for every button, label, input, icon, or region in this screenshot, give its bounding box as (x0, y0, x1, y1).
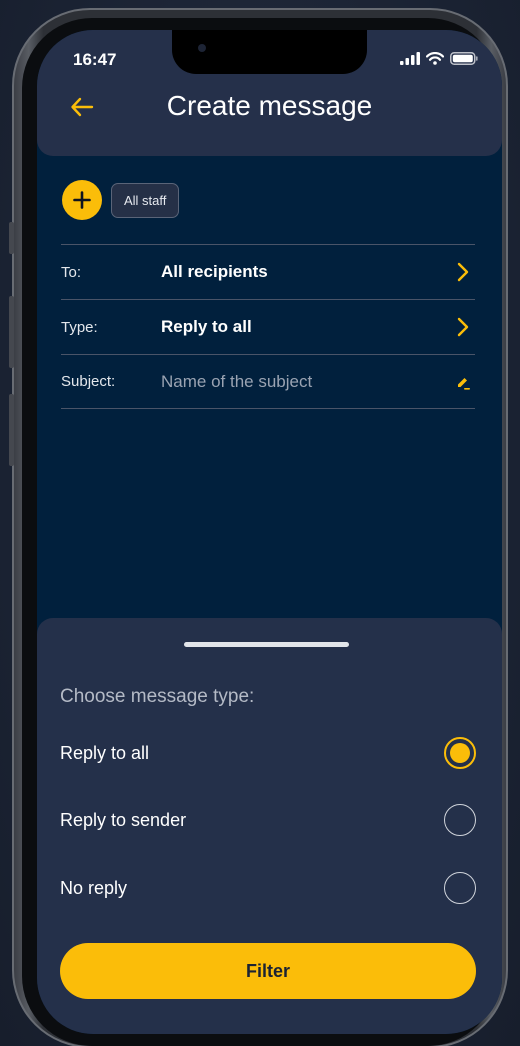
option-label: Reply to sender (60, 809, 187, 830)
type-field[interactable]: Type: Reply to all (61, 299, 475, 354)
app-screen: 16:47 Create message All staff To: All r… (37, 30, 502, 1034)
option-reply-to-all[interactable]: Reply to all (60, 736, 476, 770)
type-value: Reply to all (161, 317, 252, 336)
filter-button[interactable]: Filter (60, 943, 476, 999)
sheet-title: Choose message type: (60, 686, 255, 707)
radio-reply-to-sender[interactable] (444, 804, 476, 836)
subject-label: Subject: (61, 373, 116, 390)
volume-up-button (9, 296, 14, 368)
option-label: Reply to all (60, 742, 150, 763)
option-no-reply[interactable]: No reply (60, 871, 476, 905)
sheet-grabber[interactable] (184, 642, 349, 647)
camera-icon (198, 44, 206, 52)
pencil-icon (458, 377, 470, 390)
chevron-right-icon (457, 262, 469, 282)
radio-no-reply[interactable] (444, 872, 476, 904)
recipient-chip-all-staff[interactable]: All staff (111, 182, 180, 218)
battery-icon (450, 52, 478, 65)
add-recipient-button[interactable] (62, 180, 102, 220)
wifi-icon (426, 52, 444, 65)
chevron-right-icon (457, 317, 469, 337)
radio-reply-to-all[interactable] (444, 737, 476, 769)
page-title: Create message (166, 90, 373, 121)
to-label: To: (61, 263, 82, 281)
cellular-signal-icon (400, 52, 420, 65)
status-time: 16:47 (73, 50, 117, 69)
subject-field[interactable]: Subject: Name of the subject (61, 354, 475, 409)
to-field[interactable]: To: All recipients (61, 244, 475, 299)
message-type-sheet: Choose message type: Reply to all Reply … (37, 618, 502, 1034)
to-value: All recipients (161, 262, 268, 281)
recipient-chips: All staff (62, 180, 180, 220)
notch (172, 30, 367, 74)
subject-input[interactable]: Name of the subject (161, 372, 451, 392)
type-label: Type: (61, 318, 98, 336)
silent-switch (9, 222, 14, 254)
radio-selected-dot (450, 743, 470, 763)
status-icons (400, 52, 478, 65)
option-reply-to-sender[interactable]: Reply to sender (60, 803, 476, 837)
volume-down-button (9, 394, 14, 466)
app-header: 16:47 Create message (37, 30, 502, 156)
option-label: No reply (60, 877, 128, 898)
plus-icon (73, 191, 91, 209)
